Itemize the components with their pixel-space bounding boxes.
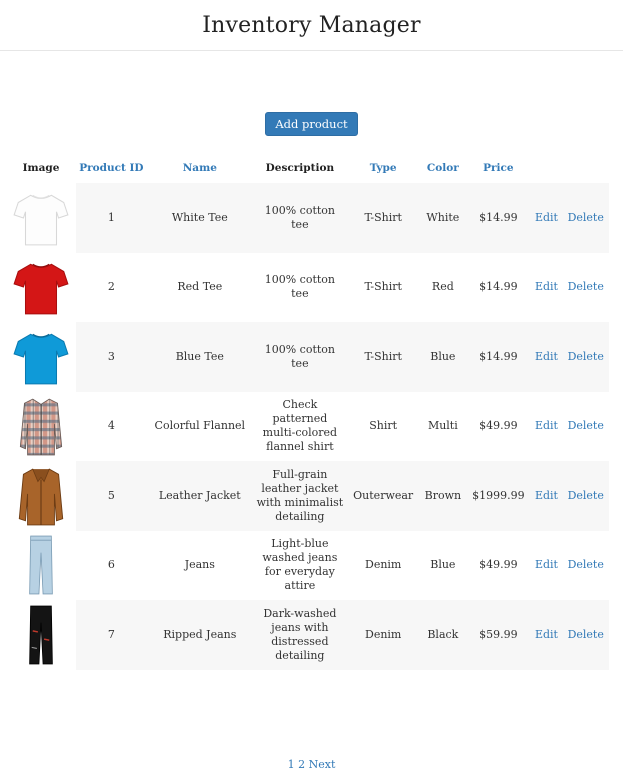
product-price-cell: $49.99 (479, 558, 518, 572)
product-id-cell: 1 (76, 183, 147, 253)
delete-link[interactable]: Delete (562, 253, 609, 323)
white-tshirt-image (13, 194, 69, 246)
product-description-cell: 100% cotton tee (264, 273, 336, 301)
product-price-cell: $14.99 (466, 183, 531, 253)
product-name-cell: Leather Jacket (146, 461, 253, 531)
product-type-cell: Outerwear (346, 461, 420, 531)
product-table: Image Product ID Name Description Type C… (6, 153, 609, 670)
column-header-delete (562, 153, 609, 183)
product-type-cell: T-Shirt (364, 280, 402, 294)
product-image-cell (6, 322, 76, 392)
product-id-cell: 7 (76, 600, 147, 670)
ripped-jeans-image (29, 605, 53, 665)
edit-link[interactable]: Edit (531, 392, 563, 462)
product-image-cell (6, 183, 76, 253)
product-price-cell: $14.99 (479, 280, 518, 294)
page-header: Inventory Manager (0, 0, 623, 51)
product-image-cell (6, 252, 76, 322)
product-color-cell: Brown (419, 461, 467, 531)
delete-link[interactable]: Delete (562, 461, 609, 531)
column-header-product-id[interactable]: Product ID (76, 153, 147, 183)
product-id-cell: 3 (76, 322, 147, 392)
edit-link[interactable]: Edit (530, 461, 563, 531)
product-type-cell: Shirt (369, 419, 398, 433)
product-description-cell: 100% cotton tee (252, 183, 347, 253)
page-link-2[interactable]: 2 (298, 758, 305, 771)
edit-link[interactable]: Edit (530, 600, 563, 670)
table-row: 4 Colorful Flannel Check patterned multi… (6, 391, 609, 462)
actions-bar: Add product (0, 112, 623, 136)
product-type-cell: T-Shirt (346, 183, 420, 253)
next-page-link[interactable]: Next (309, 758, 336, 771)
product-description-cell: Light-blue washed jeans for everyday att… (262, 537, 338, 593)
product-name-cell: Red Tee (177, 280, 223, 294)
product-type-cell: Denim (346, 600, 420, 670)
column-header-image: Image (22, 162, 60, 174)
product-color-cell: Red (431, 280, 454, 294)
delete-link[interactable]: Delete (562, 600, 609, 670)
edit-link[interactable]: Edit (530, 183, 563, 253)
table-row: 3 Blue Tee 100% cotton tee T-Shirt Blue … (6, 322, 609, 392)
product-name-cell: Ripped Jeans (146, 600, 253, 670)
column-header-color[interactable]: Color (420, 153, 467, 183)
product-image-cell (6, 391, 76, 461)
edit-link[interactable]: Edit (530, 322, 563, 392)
product-image-cell (6, 530, 76, 600)
add-product-button[interactable]: Add product (265, 112, 358, 136)
product-type-cell: T-Shirt (346, 322, 420, 392)
product-id-cell: 2 (107, 280, 115, 294)
product-name-cell: Colorful Flannel (154, 419, 246, 433)
table-header-row: Image Product ID Name Description Type C… (6, 153, 609, 183)
red-tshirt-image (13, 263, 69, 315)
product-id-cell: 5 (76, 461, 147, 531)
delete-link[interactable]: Delete (562, 392, 609, 462)
pagination: 1 2 Next (0, 758, 623, 771)
delete-link[interactable]: Delete (562, 531, 609, 601)
product-price-cell: $1999.99 (466, 461, 531, 531)
flannel-shirt-image (19, 398, 63, 456)
table-row: 6 Jeans Light-blue washed jeans for ever… (6, 530, 609, 601)
page-title: Inventory Manager (202, 12, 421, 38)
product-name-cell: White Tee (146, 183, 253, 253)
table-row: 7 Ripped Jeans Dark-washed jeans with di… (6, 600, 609, 670)
product-color-cell: Multi (427, 419, 458, 433)
table-row: 1 White Tee 100% cotton tee T-Shirt Whit… (6, 183, 609, 253)
product-color-cell: Blue (419, 322, 467, 392)
product-name-cell: Blue Tee (146, 322, 253, 392)
product-description-cell: Check patterned multi-colored flannel sh… (262, 398, 338, 454)
product-description-cell: 100% cotton tee (252, 322, 347, 392)
product-id-cell: 6 (107, 558, 115, 572)
table-row: 5 Leather Jacket Full-grain leather jack… (6, 461, 609, 531)
product-type-cell: Denim (365, 558, 402, 572)
column-header-name[interactable]: Name (147, 153, 253, 183)
product-color-cell: White (419, 183, 467, 253)
product-price-cell: $59.99 (466, 600, 531, 670)
product-name-cell: Jeans (184, 558, 215, 572)
product-description-cell: Full-grain leather jacket with minimalis… (252, 461, 347, 531)
product-price-cell: $49.99 (479, 419, 518, 433)
product-color-cell: Blue (430, 558, 456, 572)
table-row: 2 Red Tee 100% cotton tee T-Shirt Red $1… (6, 252, 609, 323)
column-header-edit (531, 153, 563, 183)
delete-link[interactable]: Delete (562, 322, 609, 392)
product-id-cell: 4 (107, 419, 115, 433)
product-color-cell: Black (419, 600, 467, 670)
product-image-cell (6, 461, 76, 531)
leather-jacket-image (18, 468, 64, 526)
column-header-type[interactable]: Type (347, 153, 420, 183)
light-jeans-image (29, 535, 53, 595)
product-image-cell (6, 600, 76, 670)
edit-link[interactable]: Edit (531, 253, 563, 323)
column-header-price[interactable]: Price (466, 153, 530, 183)
product-price-cell: $14.99 (466, 322, 531, 392)
delete-link[interactable]: Delete (562, 183, 609, 253)
column-header-description: Description (265, 162, 335, 174)
blue-tshirt-image (13, 333, 69, 385)
product-description-cell: Dark-washed jeans with distressed detail… (252, 600, 347, 670)
edit-link[interactable]: Edit (531, 531, 563, 601)
page-link-1[interactable]: 1 (288, 758, 295, 771)
